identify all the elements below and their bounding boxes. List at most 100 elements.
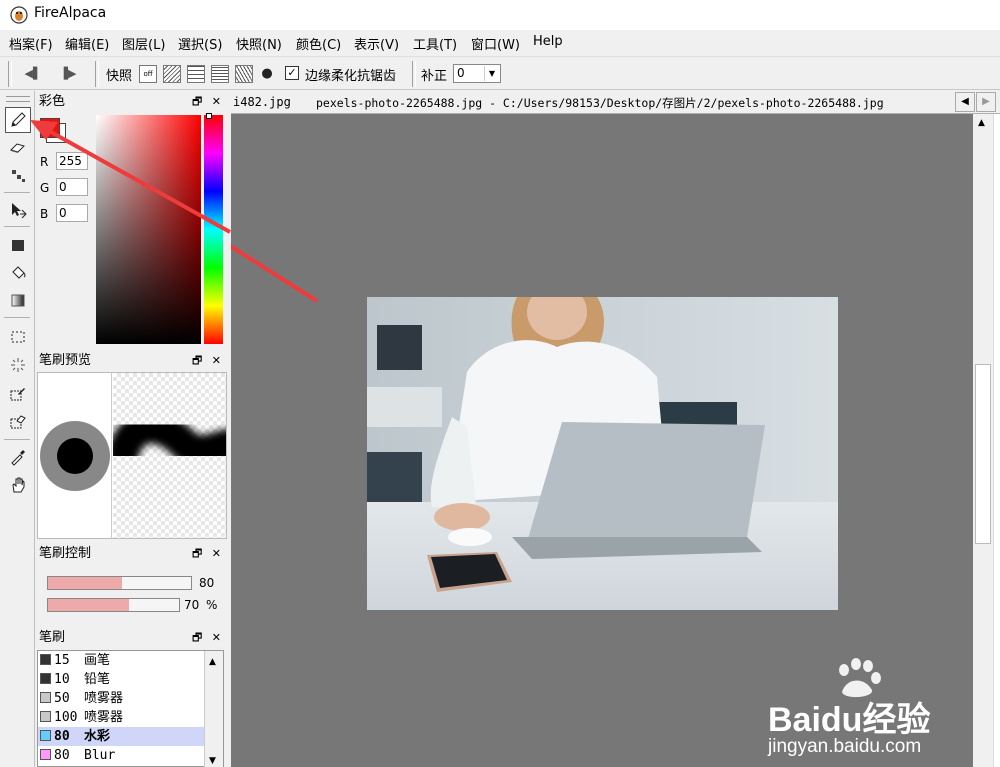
brush-size-slider[interactable]	[47, 576, 192, 590]
tab-scroll-left-icon[interactable]: ◀	[955, 92, 975, 112]
brush-list-item[interactable]: 100 喷雾器	[38, 708, 204, 727]
select-eraser-tool-icon[interactable]	[5, 409, 31, 435]
move-tool-icon[interactable]	[5, 197, 31, 223]
canvas-vertical-scrollbar[interactable]: ▲	[973, 114, 993, 767]
brush-name: Blur	[84, 748, 116, 763]
bucket-tool-icon[interactable]	[5, 259, 31, 285]
scroll-up-icon[interactable]: ▲	[209, 657, 216, 667]
menu-view[interactable]: 表示(V)	[354, 34, 399, 53]
fill-rect-tool-icon[interactable]	[5, 232, 31, 258]
scroll-up-icon[interactable]: ▲	[978, 118, 985, 128]
brush-control-title: 笔刷控制	[39, 546, 92, 561]
baidu-url: jingyan.baidu.com	[768, 736, 922, 757]
hue-slider[interactable]	[204, 115, 223, 344]
brush-list-scrollbar[interactable]: ▲ ▼	[204, 651, 223, 767]
brush-list-item[interactable]: 80 Blur	[38, 746, 204, 765]
snap-perspective-button[interactable]	[235, 65, 253, 83]
chevron-down-icon[interactable]: ▼	[484, 66, 499, 81]
brush-list-item[interactable]: 50 喷雾器	[38, 689, 204, 708]
menu-window[interactable]: 窗口(W)	[471, 34, 520, 53]
primary-color-swatch[interactable]	[40, 118, 60, 138]
antialias-checkbox[interactable]: ✓	[285, 66, 299, 80]
eyedropper-tool-icon[interactable]	[5, 444, 31, 470]
eraser-tool-icon[interactable]	[5, 134, 31, 160]
b-label: B	[40, 207, 49, 221]
menu-tools[interactable]: 工具(T)	[413, 34, 457, 53]
brush-opacity-slider[interactable]	[47, 598, 180, 612]
brush-name: 喷雾器	[84, 691, 124, 706]
panel-controls[interactable]: 🗗 ✕	[192, 545, 224, 563]
tool-separator	[4, 192, 30, 193]
panel-controls[interactable]: 🗗 ✕	[192, 629, 224, 647]
menu-color[interactable]: 颜色(C)	[296, 34, 341, 53]
select-tool-icon[interactable]	[5, 324, 31, 350]
brush-size: 80	[54, 748, 70, 763]
right-edge-panel	[993, 114, 1000, 767]
r-input[interactable]: 255	[56, 152, 88, 170]
brush-size-fill	[48, 577, 123, 589]
toolbar-grip[interactable]	[412, 61, 416, 87]
menu-help[interactable]: Help	[533, 34, 563, 49]
brush-size-preview	[38, 373, 112, 538]
brush-size: 15	[54, 653, 70, 668]
prev-button[interactable]: ◀▌	[22, 64, 44, 84]
snap-off-button[interactable]: off	[139, 65, 157, 83]
scroll-thumb[interactable]	[975, 364, 991, 544]
brush-control-header[interactable]: 笔刷控制 🗗 ✕	[36, 545, 228, 563]
menu-layer[interactable]: 图层(L)	[122, 34, 165, 53]
canvas-area[interactable]: Baidu经验 jingyan.baidu.com	[231, 114, 973, 767]
tab-active-document[interactable]: pexels-photo-2265488.jpg - C:/Users/9815…	[316, 95, 884, 111]
menu-select[interactable]: 選択(S)	[178, 34, 222, 53]
correction-select[interactable]: 0 ▼	[453, 64, 501, 83]
scroll-down-icon[interactable]: ▼	[209, 756, 216, 766]
menu-file[interactable]: 档案(F)	[9, 34, 53, 53]
next-button[interactable]: ▐▶	[57, 64, 79, 84]
brush-name: 喷雾器	[84, 710, 124, 725]
brush-stroke-graphic	[107, 411, 244, 469]
snap-parallel-button[interactable]	[163, 65, 181, 83]
brush-size: 50	[54, 691, 70, 706]
tool-separator	[4, 317, 30, 318]
brush-list-item[interactable]: 15 画笔	[38, 651, 204, 670]
snap-grid-button[interactable]	[187, 65, 205, 83]
brush-list-header[interactable]: 笔刷 🗗 ✕	[36, 629, 228, 647]
brush-size: 80	[54, 729, 70, 744]
app-title: FireAlpaca	[34, 5, 107, 21]
snap-label: 快照	[106, 69, 133, 84]
snap-lines-button[interactable]	[211, 65, 229, 83]
toolbar-grip[interactable]	[95, 61, 99, 87]
hand-tool-icon[interactable]	[5, 472, 31, 498]
brush-color-swatch	[40, 730, 51, 741]
brush-opacity-value: 70	[184, 598, 200, 612]
menu-edit[interactable]: 编辑(E)	[65, 34, 109, 53]
pen-tool-icon[interactable]	[5, 107, 31, 133]
toolbox-grip[interactable]	[6, 96, 30, 102]
snap-point-button[interactable]: ●	[256, 64, 278, 84]
menu-snap[interactable]: 快照(N)	[236, 34, 282, 53]
dot-tool-icon[interactable]	[5, 163, 31, 189]
brush-size-value: 80	[199, 576, 215, 590]
panel-controls[interactable]: 🗗 ✕	[192, 93, 224, 111]
panel-controls[interactable]: 🗗 ✕	[192, 352, 224, 370]
gradient-tool-icon[interactable]	[5, 287, 31, 313]
tab-previous-document[interactable]: i482.jpg	[233, 95, 291, 109]
g-input[interactable]: 0	[56, 178, 88, 196]
tab-scroll-right-icon[interactable]: ▶	[976, 92, 996, 112]
correction-label: 补正	[421, 69, 448, 84]
b-input[interactable]: 0	[56, 204, 88, 222]
brush-list-item[interactable]: 10 铅笔	[38, 670, 204, 689]
brush-size: 10	[54, 672, 70, 687]
brush-color-swatch	[40, 673, 51, 684]
hue-handle[interactable]	[206, 113, 212, 119]
select-pen-tool-icon[interactable]	[5, 381, 31, 407]
brush-preview-header[interactable]: 笔刷预览 🗗 ✕	[36, 352, 228, 370]
brush-list-item[interactable]: 80 水彩	[38, 727, 204, 746]
saturation-value-picker[interactable]	[96, 115, 201, 344]
color-panel: R 255 G 0 B 0	[36, 112, 228, 349]
toolbar-grip[interactable]	[8, 61, 12, 87]
baidu-brand: Baidu经验	[768, 701, 931, 739]
color-panel-header[interactable]: 彩色 🗗 ✕	[36, 93, 228, 111]
magic-wand-tool-icon[interactable]	[5, 352, 31, 378]
menu-bar: 档案(F) 编辑(E) 图层(L) 選択(S) 快照(N) 颜色(C) 表示(V…	[0, 31, 1000, 54]
brush-name: 铅笔	[84, 672, 111, 687]
